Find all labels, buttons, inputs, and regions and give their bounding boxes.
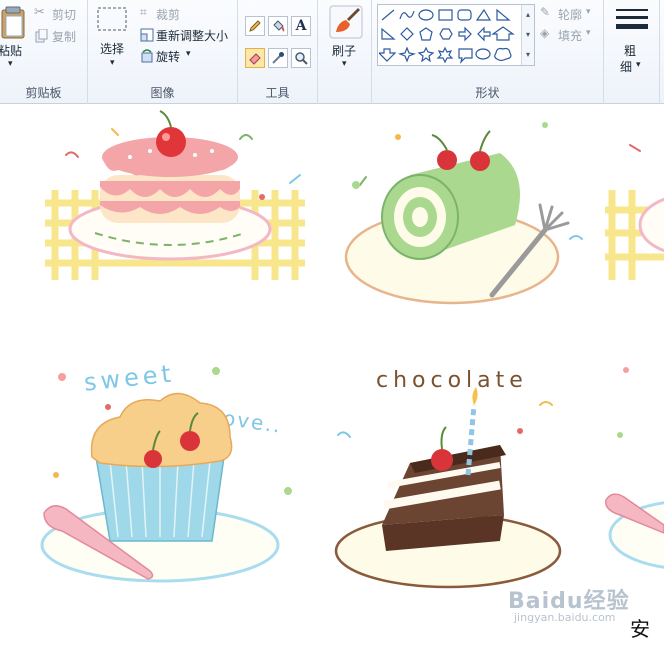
size-button[interactable]: 粗 细 ▾ [612,4,652,76]
shapes-gallery[interactable]: ▴ ▾ ▾ [377,4,535,66]
select-label: 选择 [100,42,125,56]
sweet-text: sweet [83,359,177,396]
tools-group: A 工具 [238,0,318,104]
clipboard-group-label: 剪贴板 [25,86,62,100]
paint-bucket-icon [273,20,285,32]
tools-group-label: 工具 [265,86,290,100]
fill-bucket-icon: ◈ [540,26,550,40]
image-group-label: 图像 [150,86,175,100]
select-button[interactable]: 选择 ▾ [96,6,130,72]
partial-cake-right [605,190,664,280]
resize-button[interactable]: 重新调整大小 [140,26,236,44]
clipboard-icon [1,6,25,39]
copy-icon [35,29,48,43]
resize-label: 重新调整大小 [156,29,229,43]
cut-button[interactable]: ✂ 剪切 [34,5,84,23]
corner-text: 安卓 [630,617,650,641]
chocolate-text: chocolate [376,368,528,393]
rotate-label: 旋转 [156,50,181,64]
shapes-group-label: 形状 [475,86,500,100]
shapes-palette-icon [379,8,515,64]
copy-label: 复制 [52,30,77,44]
brush-label: 刷子 [332,44,357,58]
fill-tool[interactable] [268,16,288,36]
pencil-icon [249,20,261,32]
magnifier-icon [295,52,308,65]
drawing-canvas[interactable]: sweet Love.. chocolate Baidu经验 jingyan.b… [0,105,664,645]
outline-label: 轮廓 [558,8,583,22]
cupcake: sweet Love.. [40,359,284,583]
text-tool[interactable]: A [291,16,311,36]
size-group: 粗 细 ▾ [604,0,660,104]
ribbon: 粘贴 ▾ ✂ 剪切 复制 剪贴板 选择 ▾ ⌗ 裁剪 重新调整大小 旋转 ▾ 图… [0,0,664,104]
eyedropper-icon [272,52,284,64]
shapes-scrollbar[interactable]: ▴ ▾ ▾ [521,5,534,65]
crop-icon: ⌗ [140,5,147,19]
clipboard-group: 粘贴 ▾ ✂ 剪切 复制 剪贴板 [0,0,88,104]
outline-button[interactable]: ✎ 轮廓 ▾ [540,5,602,23]
crop-label: 裁剪 [156,8,181,22]
brush-button[interactable]: 刷子 ▾ [326,4,366,74]
expand-gallery-icon[interactable]: ▾ [522,45,534,65]
watermark-url: jingyan.baidu.com [514,611,616,624]
chevron-down-icon: ▾ [186,49,191,59]
chevron-down-icon: ▾ [636,60,641,70]
chocolate-cake: chocolate [334,368,562,589]
copy-button[interactable]: 复制 [34,27,84,45]
cake-illustration: sweet Love.. chocolate [40,110,664,589]
resize-icon [140,28,154,42]
chevron-down-icon: ▾ [110,58,115,68]
brush-group: 刷子 ▾ [318,0,372,104]
color-picker-tool[interactable] [268,48,288,68]
paste-label: 粘贴 [0,44,23,58]
pencil-tool[interactable] [245,16,265,36]
size-label-top: 粗 [624,44,637,58]
crop-button[interactable]: ⌗ 裁剪 [140,5,230,23]
eraser-tool[interactable] [245,48,265,68]
partial-cupcake-right [605,493,664,569]
scroll-up-icon[interactable]: ▴ [522,5,534,25]
text-icon: A [295,18,307,34]
rotate-button[interactable]: 旋转 ▾ [140,47,230,65]
selection-icon [97,7,127,31]
size-label-bottom: 细 [620,60,633,74]
chevron-down-icon: ▾ [586,28,591,38]
fill-label: 填充 [558,29,583,43]
scissors-icon: ✂ [34,5,45,20]
paste-button[interactable]: 粘贴 ▾ [0,4,28,74]
eraser-icon [249,53,261,65]
swiss-roll [344,130,570,305]
cut-label: 剪切 [52,8,77,22]
chevron-down-icon: ▾ [8,59,13,69]
shapes-group: ▴ ▾ ▾ ✎ 轮廓 ▾ ◈ 填充 ▾ 形状 [372,0,604,104]
scroll-down-icon[interactable]: ▾ [522,25,534,45]
line-width-icon [616,9,648,29]
chevron-down-icon: ▾ [586,7,591,17]
brush-icon [329,5,363,39]
chevron-down-icon: ▾ [342,59,347,69]
image-group: 选择 ▾ ⌗ 裁剪 重新调整大小 旋转 ▾ 图像 [88,0,238,104]
layer-cake [45,110,305,280]
fill-button[interactable]: ◈ 填充 ▾ [540,26,602,44]
rotate-icon [141,49,153,63]
magnifier-tool[interactable] [291,48,311,68]
outline-pen-icon: ✎ [540,5,551,19]
